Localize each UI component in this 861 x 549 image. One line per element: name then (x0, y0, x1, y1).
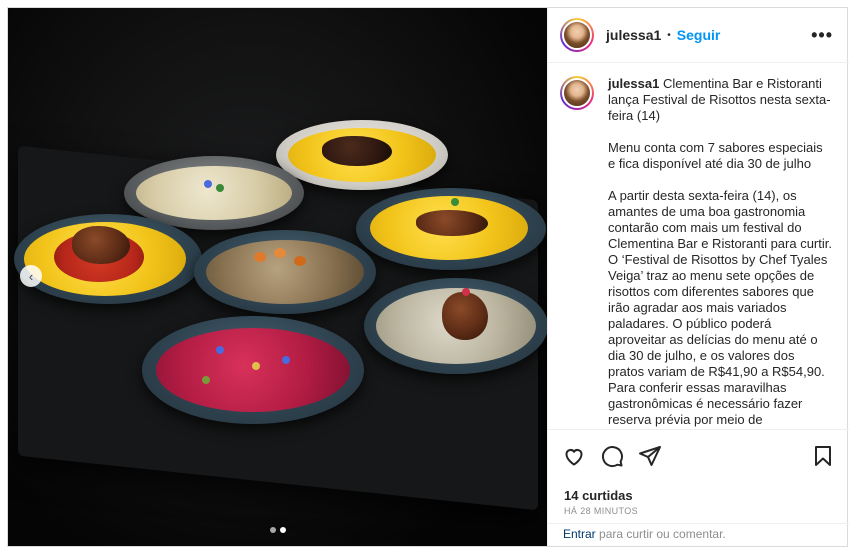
share-icon[interactable] (638, 444, 662, 468)
plate-grey-meat (364, 278, 547, 374)
comment-icon[interactable] (600, 444, 624, 468)
caption-username[interactable]: julessa1 (608, 76, 659, 91)
chevron-left-icon: ‹ (28, 268, 34, 284)
caption-body: Clementina Bar e Ristoranti lança Festiv… (608, 76, 832, 427)
actions-section: 14 curtidas HÁ 28 MINUTOS Entrar para cu… (548, 429, 849, 546)
heart-icon[interactable] (562, 444, 586, 468)
comment-prompt: Entrar para curtir ou comentar. (548, 523, 849, 547)
plate-yellow-red (14, 214, 202, 304)
caption-area: julessa1 Clementina Bar e Ristoranti lan… (548, 64, 849, 429)
login-link[interactable]: Entrar (563, 527, 596, 541)
plate-mushroom (194, 230, 376, 314)
comment-prompt-text: para curtir ou comentar. (595, 527, 726, 541)
more-icon[interactable]: ••• (811, 25, 833, 46)
carousel-prev-button[interactable]: ‹ (20, 265, 42, 287)
carousel-dot-2 (280, 527, 286, 533)
caption-avatar[interactable] (560, 76, 594, 110)
instagram-post: ‹ julessa1 • Seguir ••• julessa1 Clement… (7, 7, 849, 547)
likes-count[interactable]: 14 curtidas (564, 488, 633, 503)
follow-button[interactable]: Seguir (677, 27, 721, 43)
post-time[interactable]: HÁ 28 MINUTOS (564, 506, 638, 516)
post-header: julessa1 • Seguir ••• (548, 8, 849, 63)
carousel-dot-1 (270, 527, 276, 533)
avatar[interactable] (560, 18, 594, 52)
header-username[interactable]: julessa1 (606, 27, 661, 43)
caption: julessa1 Clementina Bar e Ristoranti lan… (608, 76, 832, 429)
post-photo[interactable]: ‹ (8, 8, 547, 546)
separator: • (667, 29, 671, 41)
post-sidebar: julessa1 • Seguir ••• julessa1 Clementin… (547, 8, 849, 546)
action-icons (562, 444, 662, 468)
bookmark-icon[interactable] (811, 444, 835, 468)
plate-yellow-meat (276, 120, 448, 190)
plate-yellow-octopus (356, 188, 546, 270)
carousel-indicator (270, 527, 286, 533)
plate-beet (142, 316, 364, 424)
